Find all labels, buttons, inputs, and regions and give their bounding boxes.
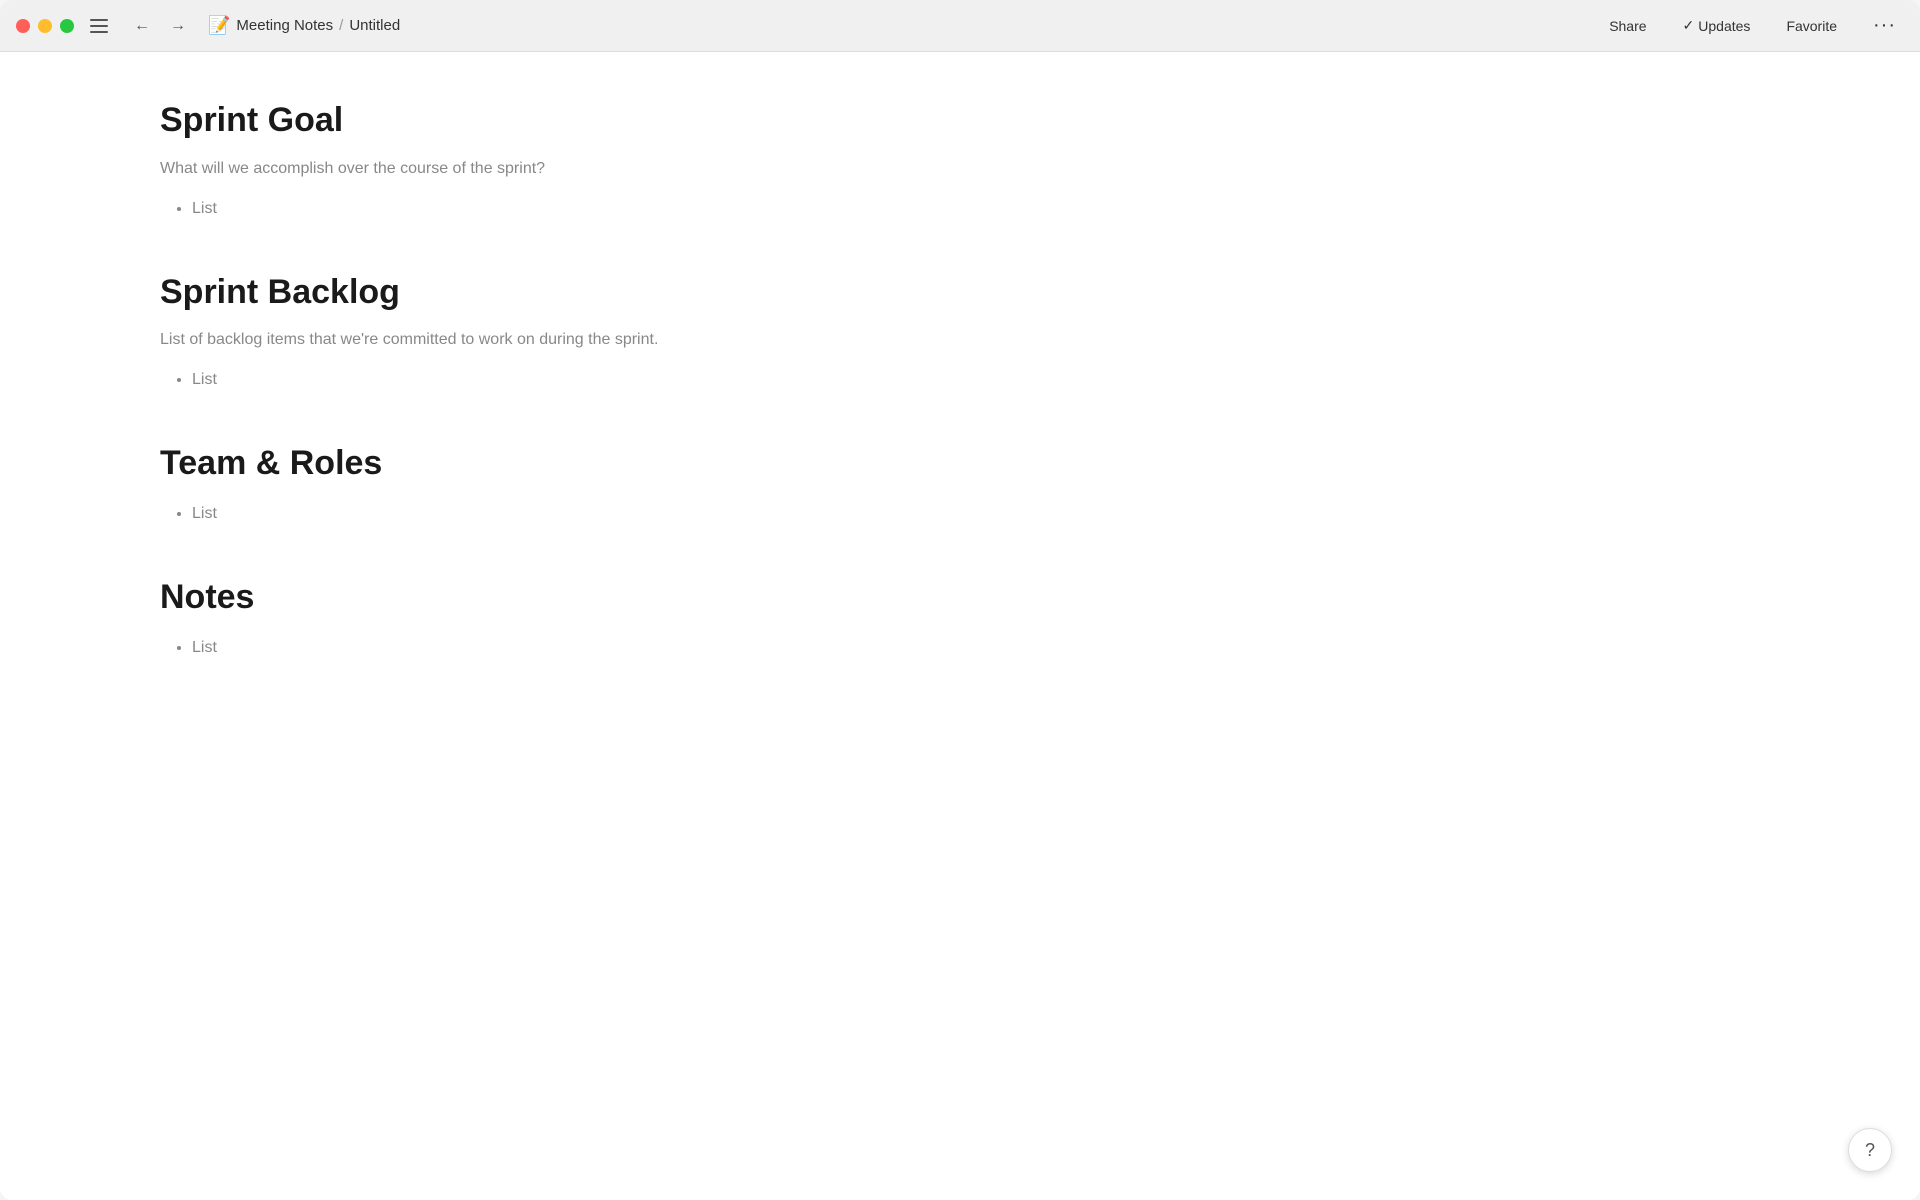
notes-list: List	[160, 634, 1760, 663]
back-button[interactable]: ←	[128, 15, 156, 37]
content-area: Sprint Goal What will we accomplish over…	[0, 52, 1920, 1200]
page-icon: 📝	[208, 15, 230, 36]
favorite-button[interactable]: Favorite	[1778, 14, 1845, 38]
sidebar-toggle-button[interactable]	[86, 15, 112, 37]
list-item[interactable]: List	[192, 634, 1760, 663]
maximize-button[interactable]	[60, 19, 74, 33]
minimize-button[interactable]	[38, 19, 52, 33]
notes-heading: Notes	[160, 577, 1760, 618]
updates-button[interactable]: ✓ Updates	[1675, 13, 1759, 38]
team-roles-list: List	[160, 500, 1760, 529]
updates-label: Updates	[1698, 18, 1750, 34]
more-options-button[interactable]: ···	[1865, 10, 1904, 41]
section-sprint-backlog: Sprint Backlog List of backlog items tha…	[160, 272, 1760, 396]
breadcrumb-separator: /	[339, 17, 343, 34]
sprint-backlog-description: List of backlog items that we're committ…	[160, 328, 1760, 352]
help-button[interactable]: ?	[1848, 1128, 1892, 1172]
sprint-backlog-heading: Sprint Backlog	[160, 272, 1760, 313]
list-item[interactable]: List	[192, 366, 1760, 395]
section-team-roles: Team & Roles List	[160, 443, 1760, 529]
titlebar: ← → 📝 Meeting Notes / Untitled Share ✓ U…	[0, 0, 1920, 52]
forward-button[interactable]: →	[164, 15, 192, 37]
share-button[interactable]: Share	[1601, 14, 1654, 38]
team-roles-heading: Team & Roles	[160, 443, 1760, 484]
sprint-goal-list: List	[160, 195, 1760, 224]
sprint-backlog-list: List	[160, 366, 1760, 395]
section-sprint-goal: Sprint Goal What will we accomplish over…	[160, 100, 1760, 224]
traffic-lights	[16, 19, 74, 33]
nav-buttons: ← →	[128, 15, 192, 37]
breadcrumb-current[interactable]: Untitled	[349, 17, 400, 34]
breadcrumb: 📝 Meeting Notes / Untitled	[208, 15, 400, 36]
close-button[interactable]	[16, 19, 30, 33]
sprint-goal-description: What will we accomplish over the course …	[160, 157, 1760, 181]
sprint-goal-heading: Sprint Goal	[160, 100, 1760, 141]
section-notes: Notes List	[160, 577, 1760, 663]
list-item[interactable]: List	[192, 500, 1760, 529]
titlebar-actions: Share ✓ Updates Favorite ···	[1601, 10, 1904, 41]
list-item[interactable]: List	[192, 195, 1760, 224]
breadcrumb-parent[interactable]: Meeting Notes	[236, 17, 333, 34]
check-icon: ✓	[1683, 17, 1695, 34]
app-window: ← → 📝 Meeting Notes / Untitled Share ✓ U…	[0, 0, 1920, 1200]
